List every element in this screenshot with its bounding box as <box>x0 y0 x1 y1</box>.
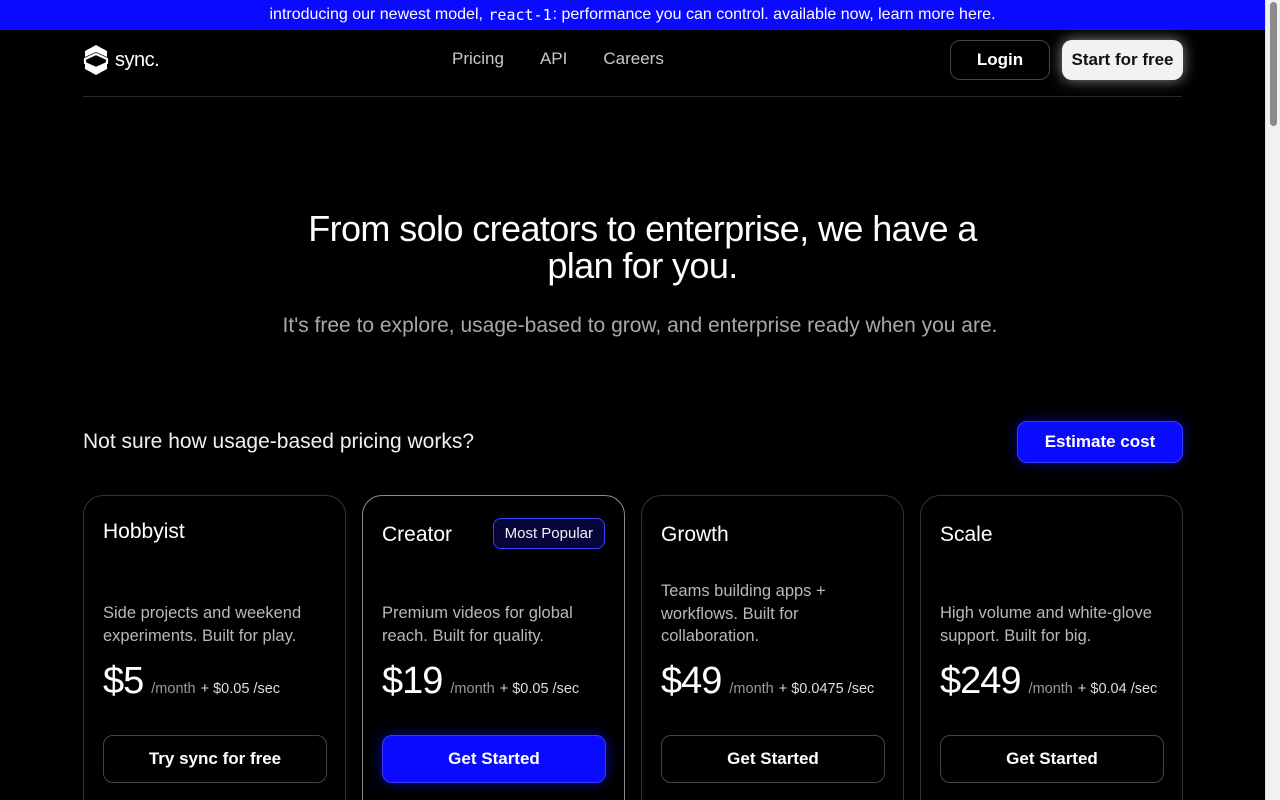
nav-links: Pricing API Careers <box>452 49 664 69</box>
try-sync-free-button[interactable]: Try sync for free <box>103 735 327 783</box>
plan-description: Side projects and weekend experiments. B… <box>103 604 302 645</box>
plan-name: Growth <box>661 523 729 546</box>
nav-link-api[interactable]: API <box>540 49 567 69</box>
plan-description: Premium videos for global reach. Built f… <box>382 604 573 645</box>
sync-logo-icon <box>83 45 109 75</box>
announcement-banner[interactable]: introducing our newest model, react-1: p… <box>0 0 1265 30</box>
plan-usage-rate: + $0.0475 /sec <box>778 681 875 697</box>
plan-price: $249 <box>940 660 1022 702</box>
plan-card-scale: Scale High volume and white-glove suppor… <box>920 495 1183 800</box>
start-for-free-button[interactable]: Start for free <box>1062 40 1183 80</box>
hero-subtitle: It's free to explore, usage-based to gro… <box>282 314 998 337</box>
plan-name: Creator <box>382 523 453 546</box>
plan-usage-rate: + $0.05 /sec <box>200 681 281 697</box>
plan-description: High volume and white-glove support. Bui… <box>940 604 1152 645</box>
usage-pricing-question: Not sure how usage-based pricing works? <box>83 430 475 453</box>
plan-period: /month <box>1028 681 1073 697</box>
get-started-button[interactable]: Get Started <box>382 735 606 783</box>
plan-price: $5 <box>103 660 144 702</box>
plan-card-growth: Growth Teams building apps + workflows. … <box>641 495 904 800</box>
plan-price-row: $249 /month + $0.04 /sec <box>940 660 1157 703</box>
plan-card-creator: Creator Most Popular Premium videos for … <box>362 495 625 800</box>
login-button[interactable]: Login <box>950 40 1050 80</box>
plan-price-row: $49 /month + $0.0475 /sec <box>661 660 874 703</box>
banner-text-after: : performance you can control. available… <box>552 6 996 23</box>
plan-card-hobbyist: Hobbyist Side projects and weekend exper… <box>83 495 346 800</box>
plan-price-row: $5 /month + $0.05 /sec <box>103 660 280 703</box>
plan-period: /month <box>151 681 196 697</box>
logo-text: sync. <box>115 48 160 71</box>
page-scrollbar[interactable] <box>1265 0 1280 800</box>
banner-text-before: introducing our newest model, <box>269 6 483 23</box>
estimate-cost-button[interactable]: Estimate cost <box>1017 421 1183 463</box>
scrollbar-thumb[interactable] <box>1270 2 1277 126</box>
plan-description: Teams building apps + workflows. Built f… <box>661 582 826 645</box>
most-popular-badge: Most Popular <box>492 518 605 549</box>
logo[interactable]: sync. <box>83 44 160 76</box>
get-started-button[interactable]: Get Started <box>940 735 1164 783</box>
banner-model-code: react-1 <box>488 6 552 24</box>
plan-price: $19 <box>382 660 443 702</box>
plan-name: Hobbyist <box>103 520 185 543</box>
plan-usage-rate: + $0.04 /sec <box>1077 681 1158 697</box>
get-started-button[interactable]: Get Started <box>661 735 885 783</box>
plan-name: Scale <box>940 523 993 546</box>
plan-price: $49 <box>661 660 722 702</box>
hero-title: From solo creators to enterprise, we hav… <box>308 208 977 286</box>
plan-usage-rate: + $0.05 /sec <box>499 681 580 697</box>
plan-period: /month <box>729 681 774 697</box>
plan-price-row: $19 /month + $0.05 /sec <box>382 660 579 703</box>
nav-link-pricing[interactable]: Pricing <box>452 49 504 69</box>
plan-period: /month <box>450 681 495 697</box>
nav-link-careers[interactable]: Careers <box>603 49 663 69</box>
top-navigation: sync. Pricing API Careers Login Start fo… <box>83 30 1183 97</box>
